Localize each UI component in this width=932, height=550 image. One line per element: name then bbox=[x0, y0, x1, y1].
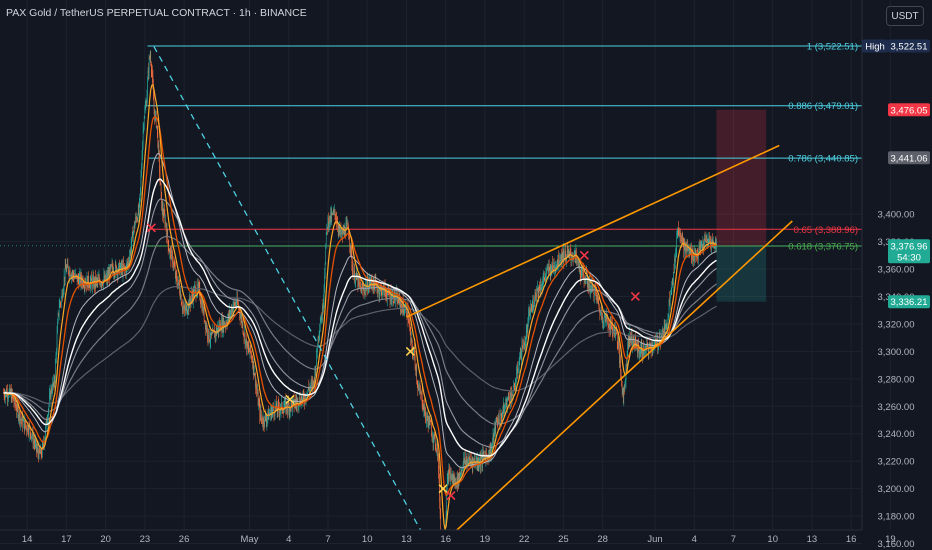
fib-level-label-4: 0.618 (3,376.75) bbox=[788, 242, 858, 253]
x-tick-label: 10 bbox=[767, 534, 778, 545]
x-tick-label: 4 bbox=[692, 534, 697, 545]
x-tick-label: 14 bbox=[22, 534, 33, 545]
y-tick-label: 3,200.00 bbox=[878, 484, 915, 495]
x-tick-label: 23 bbox=[140, 534, 151, 545]
x-tick-label: 22 bbox=[519, 534, 530, 545]
svg-text:3,336.21: 3,336.21 bbox=[891, 297, 928, 308]
x-tick-label: 26 bbox=[179, 534, 190, 545]
x-tick-label: 13 bbox=[401, 534, 412, 545]
svg-text:3,476.05: 3,476.05 bbox=[891, 105, 928, 116]
y-tick-label: 3,220.00 bbox=[878, 457, 915, 468]
price-tag-1: 3,476.05 bbox=[888, 103, 930, 117]
svg-text:3,441.06: 3,441.06 bbox=[891, 153, 928, 164]
currency-button[interactable]: USDT bbox=[886, 6, 924, 26]
countdown-label: 54:30 bbox=[897, 252, 921, 263]
chart-title: PAX Gold / TetherUS PERPETUAL CONTRACT ·… bbox=[6, 7, 307, 19]
y-tick-label: 3,320.00 bbox=[878, 319, 915, 330]
x-tick-label: 28 bbox=[597, 534, 608, 545]
fib-level-label-1: 0.886 (3,479.01) bbox=[788, 101, 858, 112]
price-tag-0: 3,522.51 High bbox=[862, 39, 930, 53]
price-tag-4: 3,336.21 bbox=[888, 295, 930, 309]
x-tick-label: 13 bbox=[807, 534, 818, 545]
y-tick-label: 3,260.00 bbox=[878, 402, 915, 413]
svg-text:3,522.51: 3,522.51 bbox=[891, 42, 928, 53]
y-tick-label: 3,400.00 bbox=[878, 210, 915, 221]
y-tick-label: 3,300.00 bbox=[878, 347, 915, 358]
fib-level-label-0: 1 (3,522.51) bbox=[807, 42, 858, 53]
x-tick-label: 19 bbox=[885, 534, 896, 545]
svg-text:3,376.96: 3,376.96 bbox=[891, 241, 928, 252]
x-tick-label: 20 bbox=[100, 534, 111, 545]
price-tag-2: 3,441.06 bbox=[888, 151, 930, 165]
y-tick-label: 3,160.00 bbox=[878, 539, 915, 550]
x-tick-label: 19 bbox=[480, 534, 491, 545]
x-tick-label: 7 bbox=[325, 534, 330, 545]
price-tag-caption: High bbox=[865, 42, 885, 53]
fib-level-label-3: 0.65 (3,388.96) bbox=[794, 225, 858, 236]
x-tick-label: May bbox=[241, 534, 259, 545]
y-tick-label: 3,240.00 bbox=[878, 429, 915, 440]
x-tick-label: 7 bbox=[731, 534, 736, 545]
x-tick-label: 17 bbox=[61, 534, 72, 545]
position-reward-zone bbox=[716, 245, 767, 302]
position-risk-zone bbox=[716, 109, 767, 246]
x-tick-label: 16 bbox=[440, 534, 451, 545]
y-tick-label: 3,360.00 bbox=[878, 265, 915, 276]
x-tick-label: 4 bbox=[286, 534, 291, 545]
y-tick-label: 3,180.00 bbox=[878, 512, 915, 523]
x-tick-label: Jun bbox=[647, 534, 662, 545]
x-tick-label: 10 bbox=[362, 534, 373, 545]
price-chart[interactable]: 1 (3,522.51) 0.886 (3,479.01) 0.786 (3,440… bbox=[0, 0, 932, 550]
price-tag-3: 3,376.9654:30 bbox=[888, 239, 930, 264]
x-tick-label: 25 bbox=[558, 534, 569, 545]
y-tick-label: 3,280.00 bbox=[878, 374, 915, 385]
fib-level-label-2: 0.786 (3,440.85) bbox=[788, 154, 858, 165]
x-tick-label: 16 bbox=[846, 534, 857, 545]
